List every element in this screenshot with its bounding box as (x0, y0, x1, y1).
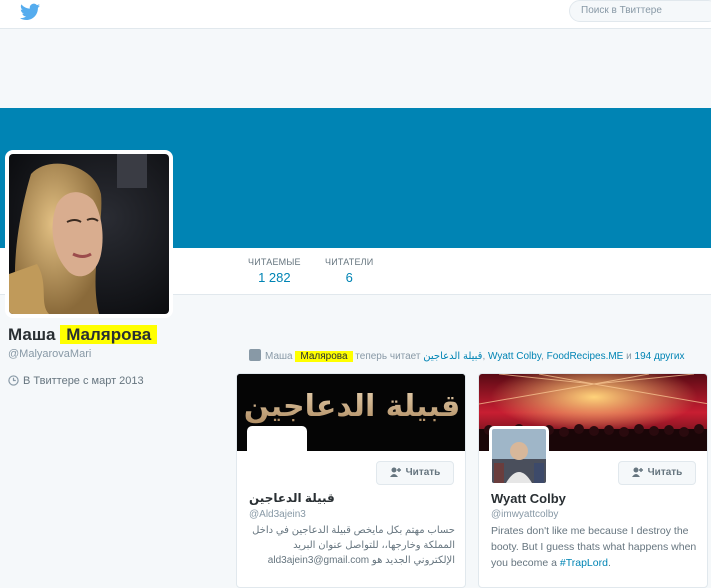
stat-following[interactable]: ЧИТАЕМЫЕ 1 282 (248, 257, 301, 285)
card-bio: Pirates don't like me because I destroy … (491, 523, 697, 571)
card-name[interactable]: قبيلة الدعاجين (249, 491, 335, 505)
activity-and: и (626, 351, 632, 362)
stat-followers-value: 6 (345, 270, 353, 285)
follow-button[interactable]: Читать (376, 461, 454, 485)
joined-text: В Твиттере с март 2013 (23, 375, 144, 387)
top-nav: Поиск в Твиттере (0, 0, 711, 29)
stat-following-value: 1 282 (258, 270, 291, 285)
activity-others-link[interactable]: 194 других (635, 351, 685, 362)
card-name[interactable]: Wyatt Colby (491, 491, 566, 506)
search-placeholder: Поиск в Твиттере (581, 5, 662, 16)
calendar-icon (8, 375, 19, 386)
profile-avatar[interactable] (5, 150, 173, 318)
hashtag-link[interactable]: #TrapLord (560, 557, 608, 569)
user-card[interactable]: قبيلة الدعاجين Читать قبيلة الدعاجين @Al… (236, 373, 466, 588)
follow-button[interactable]: Читать (618, 461, 696, 485)
activity-link-2[interactable]: Wyatt Colby (488, 351, 541, 362)
twitter-bird-icon[interactable] (20, 3, 40, 21)
follow-icon (389, 467, 401, 477)
activity-link-3[interactable]: FoodRecipes.ME (547, 351, 624, 362)
profile-name[interactable]: Маша Малярова (8, 325, 158, 345)
search-input[interactable]: Поиск в Твиттере (569, 0, 711, 22)
profile-joined: В Твиттере с март 2013 (8, 375, 144, 387)
header-spacer (0, 30, 711, 108)
profile-handle[interactable]: @MalyarovaMari (8, 348, 91, 360)
activity-last-name: Малярова (295, 351, 353, 362)
stat-followers-label: ЧИТАТЕЛИ (325, 257, 374, 267)
profile-last-name: Малярова (60, 325, 158, 344)
card-bio: حساب مهتم بكل مايخص قبيلة الدعاجين في دا… (252, 525, 455, 566)
activity-verb: теперь читает (355, 351, 421, 362)
activity-line: Маша Малярова теперь читает قبيلة الدعاج… (249, 349, 685, 362)
card-avatar[interactable] (489, 426, 549, 486)
card-bio-end: . (607, 557, 611, 569)
follow-icon (631, 467, 643, 477)
activity-first-name: Маша (265, 351, 293, 362)
card-handle[interactable]: @imwyattcolby (491, 509, 558, 520)
card-avatar[interactable] (247, 426, 307, 486)
user-card[interactable]: Читать Wyatt Colby @imwyattcolby Pirates… (478, 373, 708, 588)
follow-button-label: Читать (405, 467, 441, 478)
card-handle[interactable]: @Ald3ajein3 (249, 509, 306, 520)
profile-first-name: Маша (8, 325, 56, 344)
activity-link-1[interactable]: قبيلة الدعاجين (423, 351, 482, 362)
person-icon (249, 349, 261, 361)
follow-button-label: Читать (647, 467, 683, 478)
stat-following-label: ЧИТАЕМЫЕ (248, 257, 301, 267)
stat-followers[interactable]: ЧИТАТЕЛИ 6 (325, 257, 373, 285)
card-banner-text: قبيلة الدعاجين (244, 389, 461, 424)
